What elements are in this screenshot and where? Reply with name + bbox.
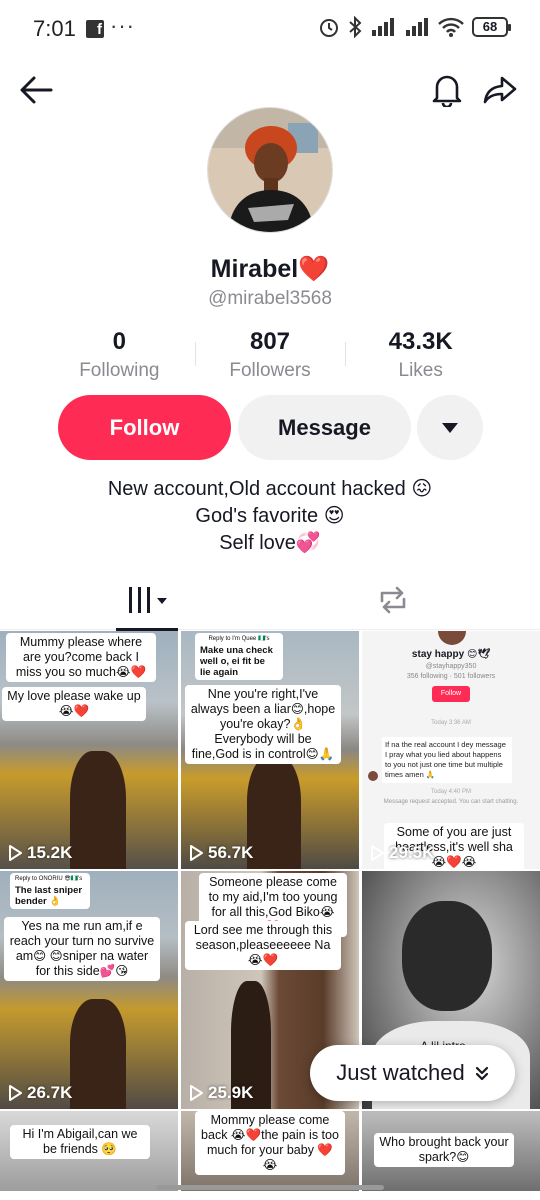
video-caption: Hi I'm Abigail,can we be friends 🥺 (10, 1125, 150, 1159)
following-stat[interactable]: 0 Following (44, 328, 195, 382)
reply-comment: Make una check well o, ei fit be lie aga… (195, 643, 283, 680)
follow-button[interactable]: Follow (58, 395, 231, 460)
view-count: 15.2K (8, 843, 72, 863)
videos-grid-icon (129, 587, 167, 613)
tab-reposts[interactable] (360, 570, 426, 630)
view-count-value: 15.2K (27, 843, 73, 862)
followers-label: Followers (229, 360, 311, 381)
home-indicator[interactable] (156, 1185, 384, 1190)
video-thumbnail[interactable]: Reply to I'm Quee 🇳🇬's comment Make una … (181, 631, 359, 869)
share-button[interactable] (480, 70, 520, 110)
play-icon (371, 845, 384, 861)
video-thumbnail[interactable]: Who brought back your spark?😊 (362, 1111, 540, 1191)
alarm-icon (320, 19, 338, 37)
battery-icon: 68 (472, 17, 511, 37)
just-watched-button[interactable]: Just watched (310, 1045, 515, 1101)
view-count-value: 25.9K (208, 1083, 254, 1102)
caret-down-icon (442, 422, 458, 433)
video-thumbnail[interactable]: Mommy please come back 😭❤️the pain is to… (181, 1111, 359, 1191)
chat-profile-handle: @stayhappy350 (425, 663, 477, 670)
followers-count: 807 (249, 328, 291, 355)
video-caption: My love please wake up😭❤️ (2, 687, 146, 721)
view-count: 56.7K (189, 843, 253, 863)
play-icon (9, 845, 22, 861)
bluetooth-icon (349, 16, 362, 38)
back-arrow-icon (20, 76, 53, 104)
view-count-value: 56.7K (208, 843, 254, 862)
video-thumbnail[interactable]: stay happy 😊🕊 @stayhappy350 356 followin… (362, 631, 540, 869)
just-watched-label: Just watched (336, 1060, 465, 1085)
following-label: Following (79, 360, 160, 381)
status-time: 7:01 (33, 16, 76, 41)
chat-timestamp: Today 4:40 PM (430, 789, 472, 795)
chat-message: If na the real account I dey message I p… (382, 737, 512, 783)
video-thumbnail[interactable]: Reply to ONORIU 😎🇳🇬's comment The last s… (0, 871, 178, 1109)
share-arrow-icon (483, 76, 517, 104)
wifi-icon (438, 17, 464, 37)
reply-comment: The last sniper bender 👌 (10, 883, 90, 909)
video-grid: Mummy please where are you?come back I m… (0, 631, 540, 1191)
content-tabs (0, 570, 540, 631)
chat-timestamp: Today 3:36 AM (431, 720, 471, 726)
profile-name: Mirabel❤️ (210, 255, 330, 283)
chat-follow-button: Follow (432, 686, 470, 702)
play-icon (190, 845, 203, 861)
video-caption: Nne you're right,I've always been a liar… (185, 685, 341, 764)
notification-bell-button[interactable] (427, 70, 467, 110)
play-icon (9, 1085, 22, 1101)
video-thumbnail[interactable]: Hi I'm Abigail,can we be friends 🥺 (0, 1111, 178, 1191)
view-count-value: 29.5K (389, 843, 435, 862)
avatar[interactable] (207, 107, 333, 233)
status-icons: 68 (318, 16, 511, 38)
followers-stat[interactable]: 807 Followers (194, 328, 346, 382)
repost-icon (380, 586, 406, 614)
video-caption: Mommy please come back 😭❤️the pain is to… (195, 1111, 345, 1175)
bio-line: God's favorite 😍 (195, 505, 345, 527)
suggested-accounts-button[interactable] (417, 395, 483, 460)
bio-line: Self love💞 (219, 532, 321, 554)
back-button[interactable] (16, 70, 56, 110)
chat-notice: Message request accepted. You can start … (383, 799, 519, 805)
view-count: 26.7K (8, 1083, 72, 1103)
message-button[interactable]: Message (238, 395, 411, 460)
video-caption: Who brought back your spark?😊 (374, 1133, 514, 1167)
status-bar: 7:01 f ··· 68 (0, 0, 540, 60)
bio-line: New account,Old account hacked 😖 (107, 478, 433, 500)
view-count: 29.5K (370, 843, 434, 863)
likes-stat[interactable]: 43.3K Likes (345, 328, 496, 382)
video-caption: Yes na me run am,if e reach your turn no… (4, 917, 160, 981)
likes-label: Likes (398, 360, 443, 381)
profile-handle: @mirabel3568 (208, 288, 332, 309)
play-icon (190, 1085, 203, 1101)
view-count: 25.9K (189, 1083, 253, 1103)
video-caption: Mummy please where are you?come back I m… (6, 633, 156, 682)
following-count: 0 (112, 328, 127, 355)
double-chevron-down-icon (475, 1066, 488, 1081)
chat-profile-stats: 356 following · 501 followers (406, 673, 496, 680)
signal-icon (372, 18, 394, 36)
facebook-notification-icon: f (86, 20, 104, 38)
signal-icon-2 (406, 18, 428, 36)
likes-count: 43.3K (388, 328, 453, 355)
video-thumbnail[interactable]: Mummy please where are you?come back I m… (0, 631, 178, 869)
profile-bio: New account,Old account hacked 😖 God's f… (0, 476, 540, 557)
video-caption: Lord see me through this season,pleaseee… (185, 921, 341, 970)
more-notifications-icon: ··· (110, 13, 135, 38)
chat-profile-name: stay happy 😊🕊 (411, 649, 491, 660)
view-count-value: 26.7K (27, 1083, 73, 1102)
tab-videos[interactable] (116, 570, 178, 631)
bell-icon (432, 75, 462, 107)
profile-stats: 0 Following 807 Followers 43.3K Likes (44, 328, 496, 382)
